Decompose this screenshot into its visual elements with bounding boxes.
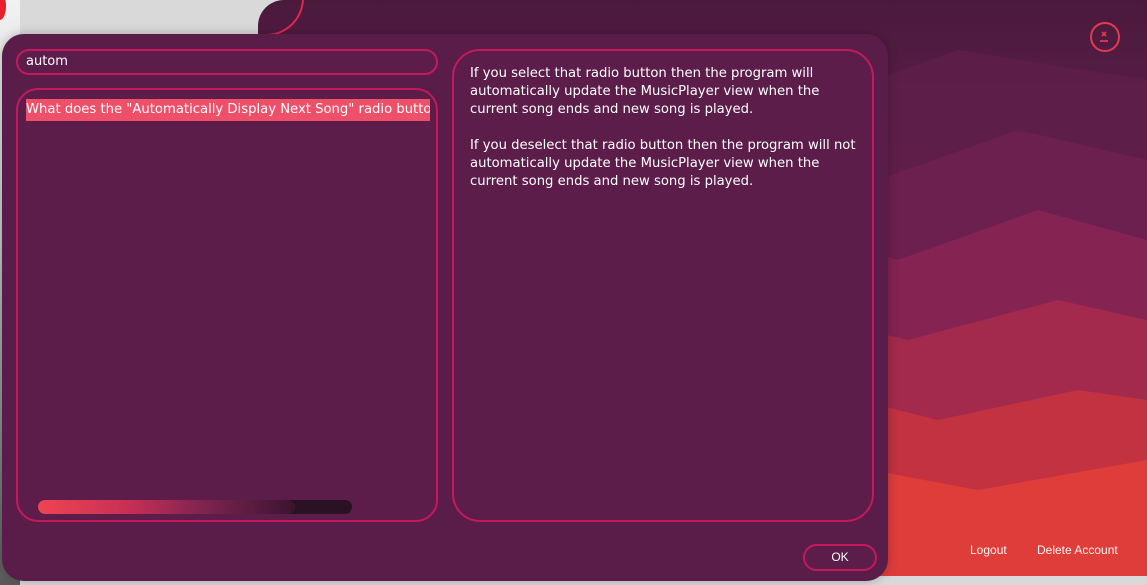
close-icon — [1100, 31, 1108, 42]
scrollbar-thumb[interactable] — [38, 500, 296, 514]
list-item[interactable]: What does the "Automatically Display Nex… — [26, 99, 430, 121]
logout-link[interactable]: Logout — [970, 543, 1007, 557]
horizontal-scrollbar[interactable] — [38, 500, 352, 514]
ok-button[interactable]: OK — [803, 544, 877, 571]
search-input[interactable]: autom — [16, 49, 438, 75]
answer-paragraph: If you select that radio button then the… — [470, 66, 820, 117]
answer-paragraph: If you deselect that radio button then t… — [470, 138, 856, 189]
answer-panel: If you select that radio button then the… — [452, 49, 874, 522]
close-button[interactable] — [1090, 22, 1120, 52]
help-dialog: autom What does the "Automatically Displ… — [2, 34, 888, 581]
results-list[interactable]: What does the "Automatically Display Nex… — [16, 88, 438, 522]
delete-account-link[interactable]: Delete Account — [1037, 543, 1118, 557]
